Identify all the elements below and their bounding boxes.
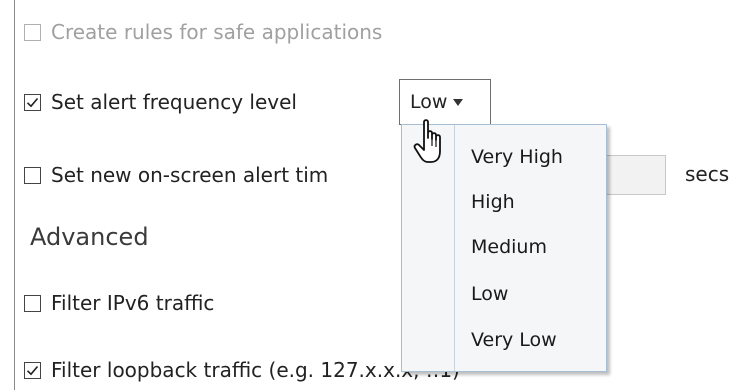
alert-time-label: Set new on-screen alert tim (51, 163, 329, 187)
alert-frequency-value: Low (410, 91, 448, 113)
dropdown-gutter (454, 125, 455, 371)
dropdown-option-low[interactable]: Low (471, 279, 508, 309)
advanced-heading: Advanced (30, 223, 149, 251)
triangle-down-icon[interactable] (453, 98, 464, 106)
dropdown-option-very-high[interactable]: Very High (471, 142, 563, 172)
create-rules-label: Create rules for safe applications (51, 20, 383, 44)
filter-ipv6-row: Filter IPv6 traffic (24, 289, 214, 317)
settings-panel (14, 0, 752, 390)
alert-frequency-checkbox[interactable] (24, 93, 41, 111)
dropdown-option-very-low[interactable]: Very Low (471, 325, 557, 355)
checkmark-icon (26, 365, 39, 375)
filter-ipv6-label: Filter IPv6 traffic (51, 291, 215, 315)
create-rules-checkbox[interactable] (24, 23, 41, 41)
filter-loopback-row: Filter loopback traffic (e.g. 127.x.x.x,… (24, 356, 460, 384)
alert-frequency-row: Set alert frequency level (24, 88, 297, 116)
alert-frequency-label: Set alert frequency level (51, 90, 297, 114)
filter-loopback-label: Filter loopback traffic (e.g. 127.x.x.x,… (51, 358, 460, 382)
secs-unit-label: secs (685, 162, 730, 186)
checkmark-icon (26, 97, 39, 107)
filter-ipv6-checkbox[interactable] (24, 294, 41, 312)
filter-loopback-checkbox[interactable] (24, 361, 41, 379)
dropdown-option-high[interactable]: High (471, 187, 515, 217)
alert-time-checkbox[interactable] (24, 166, 41, 184)
dropdown-option-medium[interactable]: Medium (471, 232, 547, 262)
create-rules-row: Create rules for safe applications (24, 18, 382, 46)
hand-pointer-icon (413, 119, 441, 163)
alert-time-row: Set new on-screen alert tim (24, 161, 328, 189)
